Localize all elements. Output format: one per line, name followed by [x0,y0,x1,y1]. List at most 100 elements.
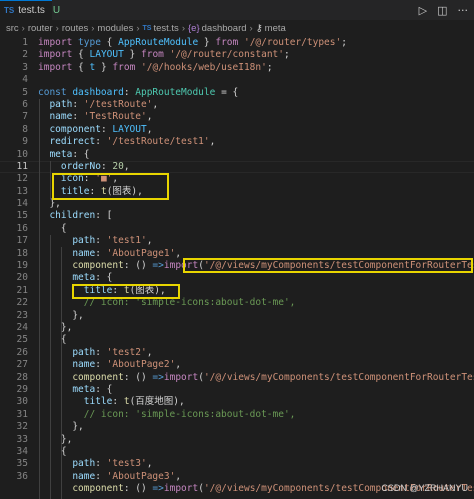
code-token: : [83,173,96,185]
breadcrumb-symbol-dashboard[interactable]: dashboard [202,23,247,34]
code-token: => [152,260,164,272]
code-token: 'test1' [106,235,147,247]
code-line[interactable]: title: t(图表), [38,285,474,297]
editor-actions: ▷ ◫ ··· [419,4,468,17]
code-line[interactable]: // icon: 'simple-icons:about-dot-me', [38,297,474,309]
code-line[interactable]: meta: { [38,149,474,161]
code-token: from [112,61,142,73]
breadcrumb-file[interactable]: test.ts [153,23,178,34]
code-line[interactable]: { [38,223,474,235]
code-line[interactable]: path: 'test2', [38,347,474,359]
code-token: : [95,136,107,148]
code-line[interactable]: }, [38,434,474,446]
run-icon[interactable]: ▷ [419,4,427,17]
line-number: 15 [16,210,28,222]
code-line[interactable]: path: 'test3', [38,458,474,470]
code-line[interactable]: redirect: '/testRoute/test1', [38,136,474,148]
line-number: 21 [16,284,28,296]
breadcrumb-item[interactable]: router [28,23,53,34]
code-line[interactable]: component: () =>import('/@/views/myCompo… [38,260,474,272]
split-editor-icon[interactable]: ◫ [437,4,447,17]
code-token: , [146,458,153,470]
code-line[interactable]: component: LAYOUT, [38,124,474,136]
code-token: }, [38,433,73,445]
code-line[interactable]: const dashboard: AppRouteModule = { [38,87,474,99]
code-token: , [152,98,159,110]
code-token: 'AboutPage1' [106,247,176,259]
code-line[interactable]: import { LAYOUT } from '/@/router/consta… [38,49,474,61]
line-number: 33 [16,433,28,445]
code-token: { [78,61,90,73]
code-token: path [72,346,96,358]
code-area[interactable]: import type { AppRouteModule } from '/@/… [38,37,474,499]
code-token: import [163,483,199,495]
code-token: type [78,37,107,48]
code-token: : () [123,483,153,495]
code-line[interactable]: children: [ [38,210,474,222]
code-token: import [163,260,199,272]
code-line[interactable]: }, [38,421,474,433]
breadcrumb-item[interactable]: modules [97,23,133,34]
code-token: = { [215,86,239,98]
code-token: LAYOUT [89,49,124,61]
breadcrumb-item[interactable]: routes [62,23,88,34]
code-token: (图表), [106,185,143,197]
code-token: 'test2' [106,346,147,358]
code-line[interactable]: }, [38,310,474,322]
code-line[interactable]: // icon: 'simple-icons:about-dot-me', [38,409,474,421]
code-line[interactable]: meta: { [38,272,474,284]
code-line[interactable]: icon: '■', [38,173,474,185]
code-line[interactable]: component: () =>import('/@/views/myCompo… [38,372,474,384]
code-token: { [38,334,67,346]
line-number: 26 [16,346,28,358]
breadcrumb-item[interactable]: src [6,23,19,34]
code-line[interactable] [38,74,474,86]
code-token: import [38,49,79,61]
code-line[interactable]: path: '/testRoute', [38,99,474,111]
code-line[interactable]: import type { AppRouteModule } from '/@/… [38,37,474,49]
code-line[interactable]: name: 'AboutPage3', [38,471,474,483]
code-line[interactable]: title: t(图表), [38,186,474,198]
code-line[interactable]: }, [38,322,474,334]
code-line[interactable]: title: t(百度地图), [38,396,474,408]
code-line[interactable]: { [38,446,474,458]
watermark: CSDN @YZRHANYU [381,483,468,493]
code-token: , [175,359,182,371]
code-token: const [38,86,73,98]
line-number: 2 [22,49,28,61]
chevron-right-icon: › [91,23,95,34]
key-icon: ⚷ [255,23,263,34]
code-token: import [38,61,79,73]
breadcrumb-symbol-meta[interactable]: meta [265,23,286,34]
code-line[interactable]: { [38,334,474,346]
code-token: name [72,470,96,482]
code-line[interactable]: orderNo: 20, [38,161,474,173]
code-token: , [175,247,182,259]
code-line[interactable]: import { t } from '/@/hooks/web/useI18n'… [38,62,474,74]
code-line[interactable]: name: 'AboutPage2', [38,359,474,371]
more-icon[interactable]: ··· [458,4,469,17]
tab-test-ts[interactable]: TS test.ts U [0,0,60,20]
code-line[interactable]: path: 'test1', [38,235,474,247]
code-token: : [95,235,107,247]
code-line[interactable]: name: 'TestRoute', [38,111,474,123]
code-token: : [95,247,107,259]
line-number: 22 [16,297,28,309]
code-editor[interactable]: 1 2 3 4 5 6 7 8 9 10 11 12 13 14 15 16 17 18 19 20 21 22 23 24 2… [0,37,474,499]
code-token: }, [38,321,73,333]
code-token: : [100,123,113,135]
line-number: 29 [16,383,28,395]
code-line[interactable]: name: 'AboutPage1', [38,248,474,260]
line-number: 7 [22,111,28,123]
line-number: 27 [16,359,28,371]
code-token: name [72,247,96,259]
code-line[interactable]: }, [38,198,474,210]
code-line[interactable]: meta: { [38,384,474,396]
code-token: orderNo [60,160,101,172]
